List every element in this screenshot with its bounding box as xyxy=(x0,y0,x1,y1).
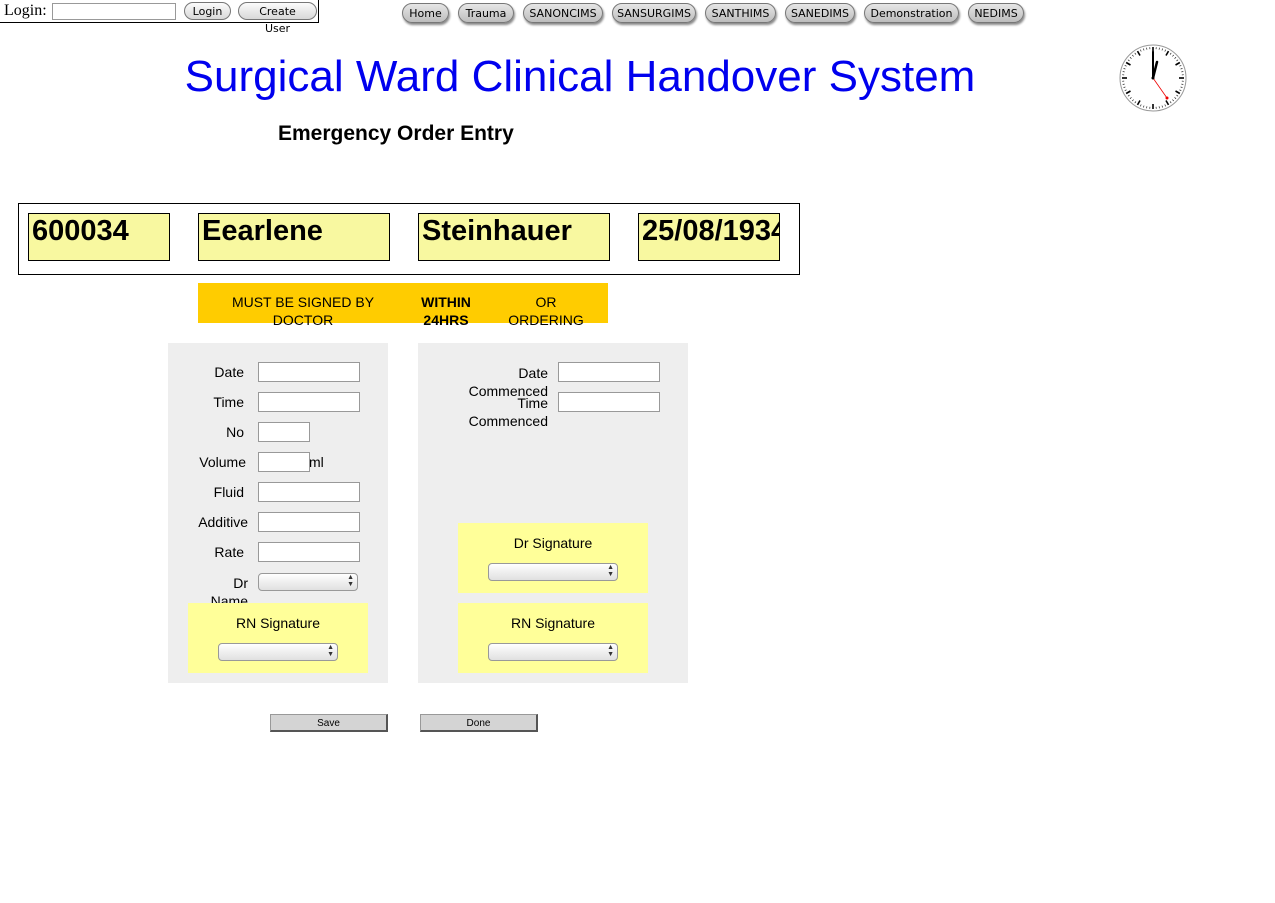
create-user-button[interactable]: Create User xyxy=(238,2,317,35)
nav-sanedims[interactable]: SANEDIMS xyxy=(785,3,855,23)
rn-signature-select[interactable]: ▲ ▼ xyxy=(218,643,338,661)
select-arrows-icon: ▲ ▼ xyxy=(327,644,334,658)
patient-first-name: Eearlene xyxy=(198,213,390,261)
date-input[interactable] xyxy=(258,362,360,382)
banner-text-2: WITHIN 24HRS xyxy=(421,294,471,328)
save-button[interactable]: Save xyxy=(270,714,388,732)
rn-signature-label-commence: RN Signature xyxy=(510,615,596,631)
clock-icon xyxy=(1119,44,1187,112)
rate-input[interactable] xyxy=(258,542,360,562)
patient-details-frame: 600034 Eearlene Steinhauer 25/08/1934 xyxy=(18,203,800,275)
rn-signature-select-commence[interactable]: ▲ ▼ xyxy=(488,643,618,661)
fluid-input[interactable] xyxy=(258,482,360,502)
nav-home[interactable]: Home xyxy=(402,3,449,23)
volume-label: Volume xyxy=(199,454,246,470)
additive-label: Additive xyxy=(198,514,248,530)
dr-signature-label: Dr Signature xyxy=(513,535,593,551)
select-arrows-icon: ▲ ▼ xyxy=(347,574,354,588)
done-button[interactable]: Done xyxy=(420,714,538,732)
nav-nedims[interactable]: NEDIMS xyxy=(968,3,1024,23)
date-commenced-input[interactable] xyxy=(558,362,660,382)
login-button[interactable]: Login xyxy=(184,2,231,20)
fluid-label: Fluid xyxy=(213,484,244,500)
time-commenced-label: Time Commenced xyxy=(468,395,548,429)
commence-panel: Date Commenced Time Commenced Dr Signatu… xyxy=(418,343,688,683)
login-label: Login: xyxy=(4,2,47,19)
dr-signature-select[interactable]: ▲ ▼ xyxy=(488,563,618,581)
nav-trauma[interactable]: Trauma xyxy=(458,3,514,23)
patient-dob: 25/08/1934 xyxy=(638,213,780,261)
dr-signature-box: Dr Signature ▲ ▼ xyxy=(458,523,648,593)
patient-id: 600034 xyxy=(28,213,170,261)
signature-warning-banner: MUST BE SIGNED BY DOCTOR WITHIN 24HRS OR… xyxy=(198,283,608,328)
select-arrows-icon: ▲ ▼ xyxy=(607,564,614,578)
page-subtitle: Emergency Order Entry xyxy=(278,122,514,145)
login-input[interactable] xyxy=(52,3,176,20)
nav-demonstration[interactable]: Demonstration xyxy=(864,3,959,23)
volume-input[interactable] xyxy=(258,452,310,472)
time-input[interactable] xyxy=(258,392,360,412)
nav-santhims[interactable]: SANTHIMS xyxy=(705,3,776,23)
additive-input[interactable] xyxy=(258,512,360,532)
login-bar: Login: Login Create User xyxy=(0,0,319,35)
no-input[interactable] xyxy=(258,422,310,442)
rn-signature-label: RN Signature xyxy=(235,615,321,631)
patient-last-name: Steinhauer xyxy=(418,213,610,261)
banner-text-1: MUST BE SIGNED BY DOCTOR xyxy=(231,294,375,328)
rate-label: Rate xyxy=(214,544,244,560)
time-label: Time xyxy=(213,394,244,410)
page-title: Surgical Ward Clinical Handover System xyxy=(184,52,976,101)
order-panel: Date Time No Volume ml Fluid Additive Ra… xyxy=(168,343,388,683)
banner-text-3: OR ORDERING xyxy=(508,294,584,328)
rn-signature-box: RN Signature ▲ ▼ xyxy=(188,603,368,673)
nav-sanoncims[interactable]: SANONCIMS xyxy=(523,3,603,23)
nav-sansurgims[interactable]: SANSURGIMS xyxy=(612,3,696,23)
dr-name-select[interactable]: ▲ ▼ xyxy=(258,573,358,591)
time-commenced-input[interactable] xyxy=(558,392,660,412)
volume-unit: ml xyxy=(309,454,324,470)
rn-signature-box-commence: RN Signature ▲ ▼ xyxy=(458,603,648,673)
select-arrows-icon: ▲ ▼ xyxy=(607,644,614,658)
date-label: Date xyxy=(214,364,244,380)
no-label: No xyxy=(226,424,244,440)
